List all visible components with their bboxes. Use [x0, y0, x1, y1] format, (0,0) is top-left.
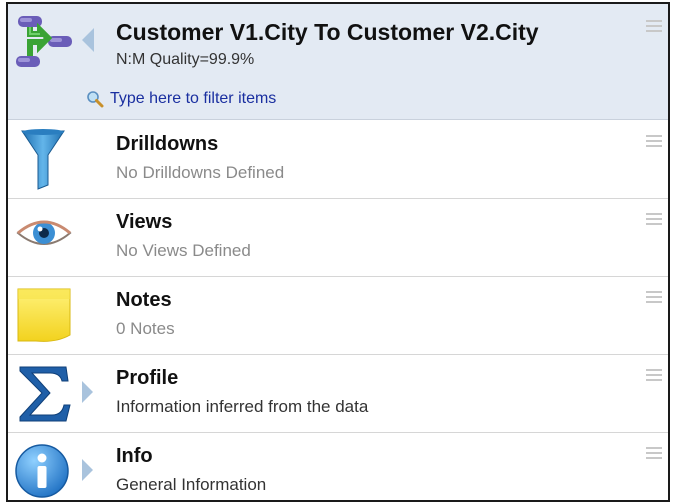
row-menu-button[interactable] — [646, 135, 662, 149]
list-item-subtitle: Information inferred from the data — [116, 397, 369, 416]
list-item-drilldowns[interactable]: Drilldowns No Drilldowns Defined — [8, 121, 668, 199]
page-title: Customer V1.City To Customer V2.City — [116, 19, 539, 45]
expand-arrow-icon[interactable] — [82, 381, 93, 403]
list-item-subtitle: 0 Notes — [116, 319, 175, 338]
info-icon — [15, 444, 69, 498]
row-menu-button[interactable] — [646, 291, 662, 305]
header-menu-button[interactable] — [646, 20, 662, 34]
header-subtitle: N:M Quality=99.9% — [116, 51, 255, 68]
mapping-icon — [16, 16, 72, 67]
details-panel: Customer V1.City To Customer V2.City N:M… — [6, 2, 670, 502]
row-menu-button[interactable] — [646, 213, 662, 227]
header: Customer V1.City To Customer V2.City N:M… — [8, 4, 668, 120]
list-item-info[interactable]: Info General Information — [8, 433, 668, 500]
funnel-icon — [21, 129, 65, 190]
list-item-profile[interactable]: Profile Information inferred from the da… — [8, 355, 668, 433]
sigma-icon — [19, 366, 71, 422]
row-menu-button[interactable] — [646, 447, 662, 461]
eye-icon — [16, 220, 72, 245]
filter-input[interactable]: Type here to filter items — [86, 88, 276, 110]
expand-arrow-icon[interactable] — [82, 459, 93, 481]
search-icon — [87, 91, 104, 108]
list-item-subtitle: General Information — [116, 475, 267, 494]
list-item-title: Profile — [116, 367, 179, 389]
row-menu-button[interactable] — [646, 369, 662, 383]
list-item-notes[interactable]: Notes 0 Notes — [8, 277, 668, 355]
list-item-title: Views — [116, 211, 173, 233]
list-item-title: Info — [116, 445, 153, 467]
list-item-subtitle: No Views Defined — [116, 241, 251, 260]
list-item-subtitle: No Drilldowns Defined — [116, 163, 285, 182]
list-item-title: Drilldowns — [116, 133, 219, 155]
sticky-note-icon — [17, 288, 71, 342]
collapse-arrow-icon[interactable] — [82, 28, 94, 52]
filter-placeholder[interactable]: Type here to filter items — [110, 90, 276, 108]
list-item-title: Notes — [116, 289, 172, 311]
list-item-views[interactable]: Views No Views Defined — [8, 199, 668, 277]
